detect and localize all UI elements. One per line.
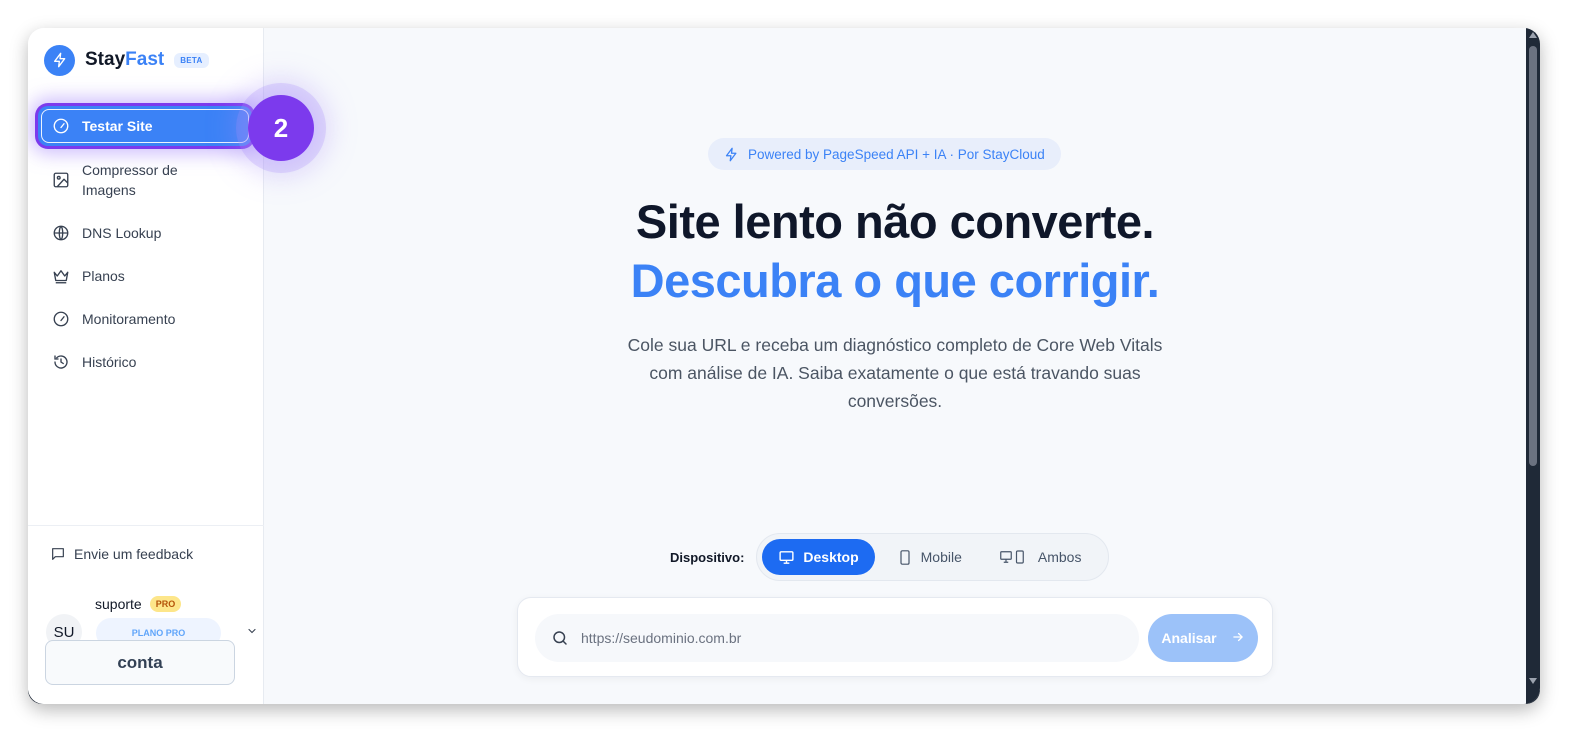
device-options: Desktop Mobile Ambos	[756, 533, 1110, 581]
sidebar-item-label: Planos	[82, 267, 125, 284]
sidebar-item-testar-site[interactable]: Testar Site	[38, 106, 252, 146]
sidebar-item-label: DNS Lookup	[82, 224, 162, 241]
gauge-icon	[52, 117, 70, 135]
bolt-icon	[44, 44, 75, 76]
bolt-icon	[724, 147, 739, 162]
gauge-icon	[52, 310, 70, 328]
feedback-label: Envie um feedback	[74, 546, 194, 562]
hero-title: Site lento não converte.	[635, 195, 1155, 248]
user-name: suporte PRO	[95, 596, 182, 612]
sidebar-nav: Testar Site Compressor de Imagens DNS Lo…	[38, 106, 252, 383]
hero-subtitle: Descubra o que corrigir.	[630, 254, 1160, 307]
powered-by-label: Powered by PageSpeed API + IA · Por Stay…	[748, 146, 1045, 162]
pro-badge: PRO	[149, 596, 182, 612]
sidebar-item-monitoramento[interactable]: Monitoramento	[38, 297, 252, 340]
feedback-link[interactable]: Envie um feedback	[50, 546, 193, 562]
beta-badge: BETA	[174, 52, 209, 68]
sidebar: StayFast BETA Testar Site Compressor de …	[28, 28, 264, 704]
globe-icon	[52, 224, 70, 242]
device-option-ambos[interactable]: Ambos	[984, 539, 1098, 575]
sidebar-item-compressor[interactable]: Compressor de Imagens	[38, 149, 252, 211]
sidebar-divider	[28, 525, 264, 526]
sidebar-item-planos[interactable]: Planos	[38, 254, 252, 297]
search-icon	[551, 629, 569, 647]
history-icon	[52, 353, 70, 371]
device-option-desktop[interactable]: Desktop	[762, 539, 875, 575]
device-selector: Dispositivo: Desktop Mobile Ambos	[670, 533, 1110, 581]
sidebar-item-label: Monitoramento	[82, 310, 176, 327]
arrow-right-icon	[1231, 630, 1245, 647]
app-window: StayFast BETA Testar Site Compressor de …	[28, 28, 1540, 704]
url-field[interactable]	[535, 614, 1139, 662]
scroll-up-arrow[interactable]	[1529, 32, 1537, 38]
monitor-phone-icon	[1000, 549, 1030, 565]
sidebar-item-label: Histórico	[82, 353, 137, 370]
scroll-thumb[interactable]	[1529, 46, 1537, 466]
sidebar-item-dns-lookup[interactable]: DNS Lookup	[38, 211, 252, 254]
monitor-icon	[778, 549, 795, 566]
url-input[interactable]	[581, 630, 1081, 646]
chevron-down-icon[interactable]	[246, 624, 258, 636]
sidebar-item-label: Compressor de Imagens	[82, 162, 178, 198]
brand-name: StayFast	[85, 49, 165, 70]
account-button[interactable]: conta	[45, 640, 235, 685]
crown-icon	[52, 267, 70, 285]
analyze-button[interactable]: Analisar	[1148, 614, 1258, 662]
brand[interactable]: StayFast BETA	[44, 44, 209, 76]
main-content: Powered by PageSpeed API + IA · Por Stay…	[264, 28, 1526, 704]
sidebar-item-historico[interactable]: Histórico	[38, 340, 252, 383]
message-icon	[50, 546, 66, 562]
scrollbar[interactable]	[1526, 28, 1540, 704]
scroll-down-arrow[interactable]	[1529, 678, 1537, 684]
hero-description: Cole sua URL e receba um diagnóstico com…	[627, 335, 1163, 411]
device-label: Dispositivo:	[670, 549, 745, 565]
powered-by-badge: Powered by PageSpeed API + IA · Por Stay…	[708, 138, 1061, 170]
sidebar-item-label: Testar Site	[82, 118, 153, 134]
search-card: Analisar	[517, 597, 1273, 677]
phone-icon	[897, 549, 913, 566]
image-icon	[52, 171, 70, 189]
device-option-mobile[interactable]: Mobile	[881, 539, 978, 575]
